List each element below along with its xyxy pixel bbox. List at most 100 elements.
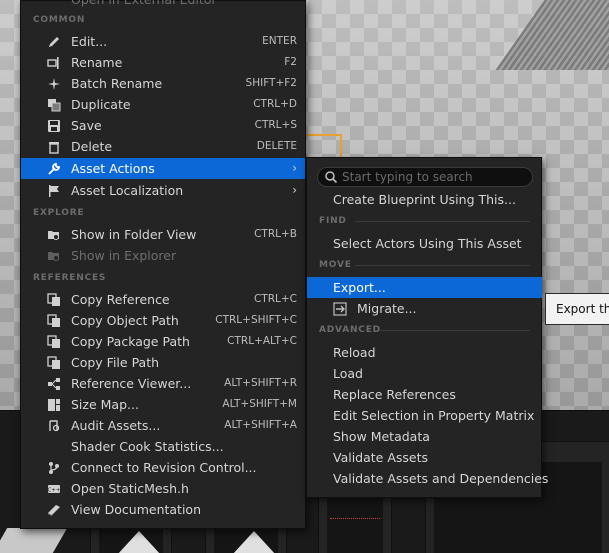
menu-item-label: Export...	[333, 280, 386, 295]
menu-item-show-in-folder-view[interactable]: Show in Folder View CTRL+B	[21, 224, 305, 245]
menu-item-copy-package-path[interactable]: Copy Package Path CTRL+ALT+C	[21, 331, 305, 352]
menu-item-open-external-editor[interactable]: Open in External Editor	[21, 0, 305, 10]
menu-item-delete[interactable]: Delete DELETE	[21, 136, 305, 157]
menu-item-label: Rename	[71, 55, 123, 70]
menu-separator	[355, 221, 530, 222]
menu-item-label: Edit...	[71, 34, 108, 49]
menu-item-asset-localization[interactable]: Asset Localization ›	[21, 180, 305, 201]
asset-context-menu: Open in External Editor COMMON Edit... E…	[20, 0, 306, 529]
menu-item-label: Open StaticMesh.h	[71, 481, 189, 496]
duplicate-icon	[47, 98, 61, 112]
menu-item-connect-revision-control[interactable]: Connect to Revision Control...	[21, 457, 305, 478]
menu-item-label: Select Actors Using This Asset	[333, 236, 522, 251]
menu-item-label: Connect to Revision Control...	[71, 460, 257, 475]
menu-item-reference-viewer[interactable]: Reference Viewer... ALT+SHIFT+R	[21, 373, 305, 394]
pencil-icon	[47, 35, 61, 49]
audit-icon	[47, 419, 61, 433]
shortcut-label: CTRL+ALT+C	[227, 335, 297, 347]
menu-item-label: View Documentation	[71, 502, 201, 517]
menu-item-show-metadata[interactable]: Show Metadata	[307, 426, 541, 447]
menu-item-label: Asset Localization	[71, 183, 184, 198]
trash-icon	[47, 140, 61, 154]
folder-search-icon	[47, 249, 61, 263]
menu-item-edit[interactable]: Edit... ENTER	[21, 31, 305, 52]
copy-icon	[47, 314, 61, 328]
shortcut-label: ENTER	[262, 35, 297, 47]
mountain-thumbnail-icon	[232, 531, 276, 553]
asset-actions-submenu: Create Blueprint Using This... FIND Sele…	[306, 157, 548, 498]
menu-item-validate-assets-dependencies[interactable]: Validate Assets and Dependencies	[307, 468, 548, 489]
save-icon	[47, 119, 61, 133]
section-header-explore: EXPLORE	[33, 208, 85, 218]
menu-item-label: Replace References	[333, 387, 456, 402]
menu-item-label: Save	[71, 118, 102, 133]
folder-search-icon	[47, 228, 61, 242]
menu-item-label: Asset Actions	[71, 161, 155, 176]
section-header-advanced: ADVANCED	[319, 325, 381, 335]
menu-item-label: Shader Cook Statistics...	[71, 439, 224, 454]
shortcut-label: ALT+SHIFT+R	[224, 377, 297, 389]
menu-item-size-map[interactable]: Size Map... ALT+SHIFT+M	[21, 394, 305, 415]
shortcut-label: CTRL+SHIFT+C	[215, 314, 297, 326]
menu-item-open-staticmesh-h[interactable]: C++ Open StaticMesh.h	[21, 478, 305, 499]
menu-item-reload[interactable]: Reload	[307, 342, 541, 363]
shortcut-label: DELETE	[256, 140, 297, 152]
menu-item-migrate[interactable]: Migrate...	[307, 298, 541, 319]
wrench-icon	[47, 162, 61, 176]
export-tooltip: Export the	[545, 293, 609, 325]
shortcut-label: CTRL+B	[254, 228, 297, 240]
menu-item-label: Copy Package Path	[71, 334, 190, 349]
search-icon	[324, 170, 338, 184]
menu-item-label: Show Metadata	[333, 429, 430, 444]
menu-item-copy-object-path[interactable]: Copy Object Path CTRL+SHIFT+C	[21, 310, 305, 331]
menu-item-label: Reload	[333, 345, 376, 360]
menu-item-label: Show in Folder View	[71, 227, 197, 242]
shortcut-label: F2	[284, 56, 297, 68]
menu-item-rename[interactable]: Rename F2	[21, 52, 305, 73]
menu-item-show-in-explorer[interactable]: Show in Explorer	[21, 245, 305, 266]
menu-item-validate-assets[interactable]: Validate Assets	[307, 447, 541, 468]
menu-item-export[interactable]: Export...	[307, 277, 542, 298]
section-header-references: REFERENCES	[33, 273, 107, 283]
menu-item-label: Open in External Editor	[71, 0, 217, 10]
menu-item-label: Batch Rename	[71, 76, 163, 91]
menu-item-label: Reference Viewer...	[71, 376, 192, 391]
menu-item-load[interactable]: Load	[307, 363, 541, 384]
menu-item-copy-reference[interactable]: Copy Reference CTRL+C	[21, 289, 305, 310]
submenu-search-box[interactable]	[317, 167, 533, 187]
menu-item-copy-file-path[interactable]: Copy File Path	[21, 352, 305, 373]
search-input[interactable]	[342, 168, 528, 186]
menu-item-label: Audit Assets...	[71, 418, 161, 433]
menu-item-label: Copy File Path	[71, 355, 160, 370]
menu-item-select-actors-using-asset[interactable]: Select Actors Using This Asset	[307, 233, 541, 254]
migrate-icon	[333, 302, 347, 316]
menu-item-batch-rename[interactable]: Batch Rename SHIFT+F2	[21, 73, 305, 94]
menu-item-view-documentation[interactable]: View Documentation	[21, 499, 305, 520]
section-header-common: COMMON	[33, 15, 86, 25]
menu-item-label: Validate Assets and Dependencies	[333, 471, 549, 486]
batch-rename-icon	[47, 77, 61, 91]
flag-icon	[47, 184, 61, 198]
shortcut-label: CTRL+S	[254, 119, 297, 131]
code-file-icon: C++	[47, 482, 61, 496]
shortcut-label: ALT+SHIFT+A	[224, 419, 297, 431]
menu-item-label: Load	[333, 366, 363, 381]
menu-item-label: Show in Explorer	[71, 248, 177, 263]
menu-item-edit-property-matrix[interactable]: Edit Selection in Property Matrix	[307, 405, 541, 426]
menu-item-asset-actions[interactable]: Asset Actions ›	[21, 158, 305, 179]
menu-item-audit-assets[interactable]: Audit Assets... ALT+SHIFT+A	[21, 415, 305, 436]
section-header-move: MOVE	[319, 260, 352, 270]
reference-viewer-icon	[47, 377, 61, 391]
shortcut-label: ALT+SHIFT+M	[222, 398, 297, 410]
menu-item-label: Validate Assets	[333, 450, 429, 465]
menu-item-duplicate[interactable]: Duplicate CTRL+D	[21, 94, 305, 115]
documentation-icon	[47, 503, 61, 517]
menu-item-save[interactable]: Save CTRL+S	[21, 115, 305, 136]
menu-item-shader-cook-statistics[interactable]: Shader Cook Statistics...	[21, 436, 305, 457]
menu-item-label: Duplicate	[71, 97, 131, 112]
menu-item-replace-references[interactable]: Replace References	[307, 384, 541, 405]
copy-icon	[47, 293, 61, 307]
menu-item-label: Create Blueprint Using This...	[333, 192, 516, 207]
menu-item-create-blueprint[interactable]: Create Blueprint Using This...	[307, 189, 541, 210]
shortcut-label: SHIFT+F2	[245, 77, 297, 89]
